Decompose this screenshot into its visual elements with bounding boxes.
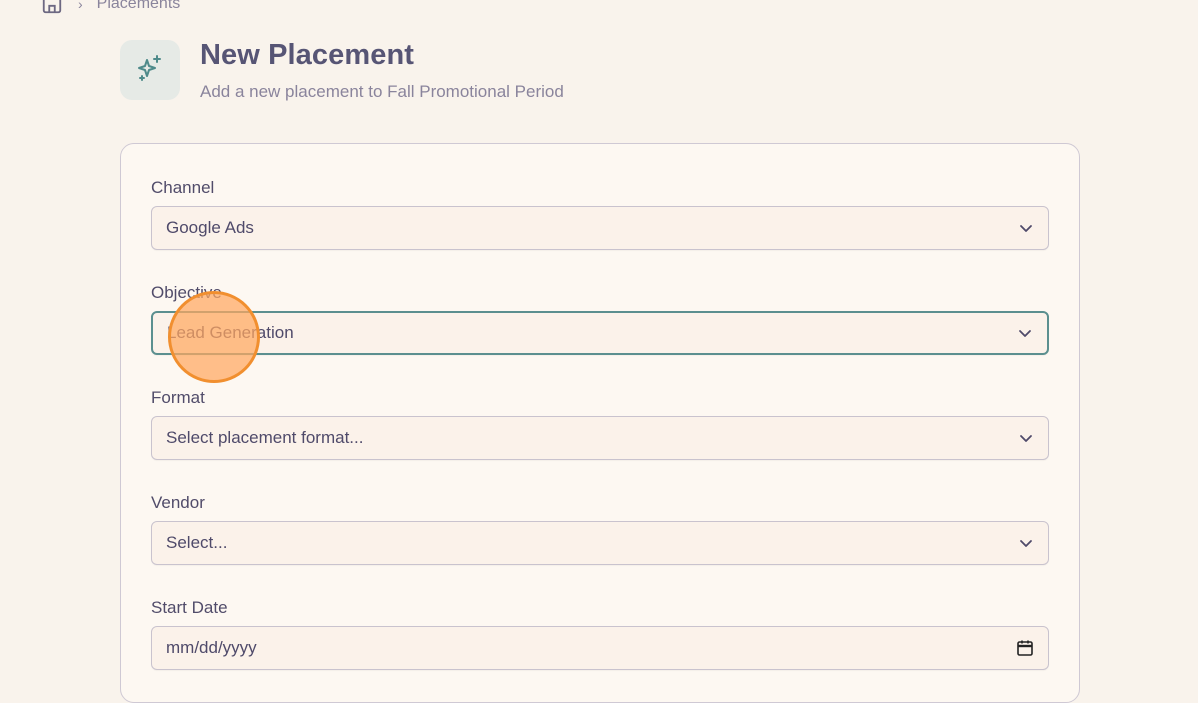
breadcrumb-separator: › (78, 0, 83, 12)
objective-label: Objective (151, 283, 222, 302)
start-date-label: Start Date (151, 598, 228, 617)
start-date-value: mm/dd/yyyy (166, 638, 257, 657)
placement-form-card: Channel Google Ads Objective Lead Genera… (120, 143, 1080, 703)
breadcrumb-current[interactable]: Placements (97, 0, 181, 13)
chevron-down-icon (1017, 325, 1033, 341)
channel-field: Channel Google Ads (151, 178, 1049, 250)
start-date-field: Start Date mm/dd/yyyy (151, 598, 1049, 670)
vendor-select[interactable]: Select... (151, 521, 1049, 565)
chevron-down-icon (1018, 220, 1034, 236)
format-value: Select placement format... (166, 428, 364, 447)
vendor-label: Vendor (151, 493, 205, 512)
vendor-value: Select... (166, 533, 228, 552)
format-select[interactable]: Select placement format... (151, 416, 1049, 460)
home-icon[interactable] (40, 0, 64, 16)
calendar-icon[interactable] (1016, 639, 1034, 657)
channel-label: Channel (151, 178, 215, 197)
page-header: New Placement Add a new placement to Fal… (120, 40, 564, 102)
objective-value: Lead Generation (167, 323, 294, 342)
objective-select[interactable]: Lead Generation (151, 311, 1049, 355)
channel-value: Google Ads (166, 218, 254, 237)
start-date-input[interactable]: mm/dd/yyyy (151, 626, 1049, 670)
channel-select[interactable]: Google Ads (151, 206, 1049, 250)
format-field: Format Select placement format... (151, 388, 1049, 460)
format-label: Format (151, 388, 205, 407)
chevron-down-icon (1018, 535, 1034, 551)
page-subtitle: Add a new placement to Fall Promotional … (200, 82, 564, 101)
header-badge (120, 40, 180, 100)
breadcrumb: › Placements (40, 0, 180, 16)
page-title: New Placement (200, 39, 415, 71)
chevron-down-icon (1018, 430, 1034, 446)
objective-field: Objective Lead Generation (151, 283, 1049, 355)
sparkles-icon (134, 52, 166, 89)
vendor-field: Vendor Select... (151, 493, 1049, 565)
